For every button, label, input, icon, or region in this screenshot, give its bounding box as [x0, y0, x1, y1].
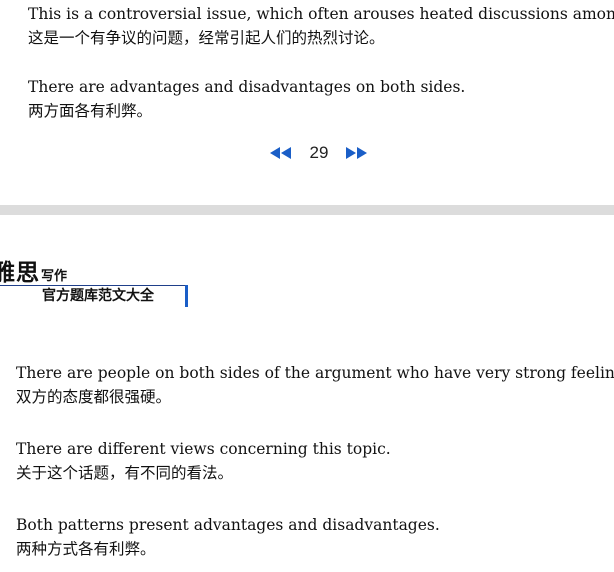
top-paragraph-2-english: There are advantages and disadvantages o…	[28, 78, 466, 96]
bottom-paragraph-1-english: There are people on both sides of the ar…	[16, 364, 614, 382]
brand-subtitle: 官方题库范文大全	[42, 288, 154, 304]
page-divider	[0, 205, 614, 215]
bottom-paragraph-3-english: Both patterns present advantages and dis…	[16, 516, 440, 534]
document-viewer: This is a controversial issue, which oft…	[0, 0, 614, 572]
brand-underline	[0, 285, 186, 286]
brand-logo: 雅思写作	[0, 253, 68, 286]
double-right-arrow-icon[interactable]	[346, 147, 368, 159]
double-left-arrow-icon[interactable]	[270, 147, 292, 159]
bottom-paragraph-2-english: There are different views concerning thi…	[16, 440, 391, 458]
page-number: 29	[309, 143, 329, 162]
top-paragraph-2-chinese: 两方面各有利弊。	[28, 102, 153, 120]
brand-accent-bar	[185, 285, 188, 307]
current-page: 雅思写作 官方题库范文大全 There are people on both s…	[0, 215, 614, 572]
page-navigator: 29	[270, 142, 368, 164]
bottom-paragraph-3-chinese: 两种方式各有利弊。	[16, 540, 156, 558]
bottom-paragraph-1-chinese: 双方的态度都很强硬。	[16, 388, 172, 406]
brand-title-small: 写作	[41, 269, 68, 284]
previous-page: This is a controversial issue, which oft…	[0, 0, 614, 204]
top-paragraph-1-chinese: 这是一个有争议的问题，经常引起人们的热烈讨论。	[28, 29, 385, 47]
bottom-paragraph-2-chinese: 关于这个话题，有不同的看法。	[16, 464, 234, 482]
top-paragraph-1-english: This is a controversial issue, which oft…	[28, 5, 614, 23]
brand-title-big: 雅思	[0, 259, 40, 286]
